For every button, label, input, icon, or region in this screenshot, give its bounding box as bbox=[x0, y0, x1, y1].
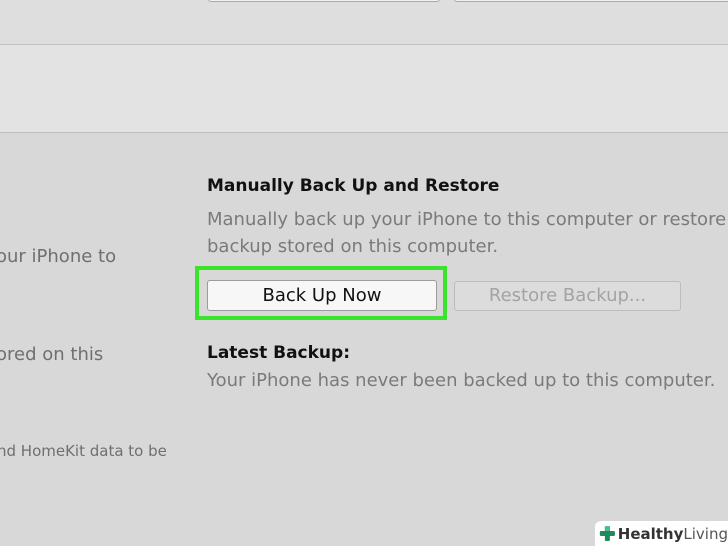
back-up-now-button[interactable]: Back Up Now bbox=[207, 280, 437, 311]
left-column-text-2: ored on this bbox=[0, 344, 104, 365]
restore-backup-button[interactable]: Restore Backup... bbox=[454, 281, 681, 311]
manual-backup-heading: Manually Back Up and Restore bbox=[207, 176, 500, 196]
manual-backup-description-2: backup stored on this computer. bbox=[207, 236, 499, 257]
watermark-text-healthy: Healthy bbox=[617, 524, 684, 543]
top-right-button[interactable] bbox=[454, 0, 728, 2]
watermark-badge: Healthy Living bbox=[595, 521, 728, 546]
latest-backup-status: Your iPhone has never been backed up to … bbox=[207, 370, 716, 391]
latest-backup-title: Latest Backup: bbox=[207, 343, 351, 363]
section-header-band bbox=[0, 45, 728, 132]
cross-logo-icon bbox=[599, 525, 615, 542]
top-toolbar-area bbox=[0, 0, 728, 44]
watermark-text-living: Living bbox=[683, 524, 728, 543]
left-column-text-1: our iPhone to bbox=[0, 246, 117, 267]
top-left-button[interactable] bbox=[208, 0, 440, 2]
manual-backup-description-1: Manually back up your iPhone to this com… bbox=[207, 209, 728, 230]
left-column-text-3: nd HomeKit data to be bbox=[0, 442, 167, 460]
